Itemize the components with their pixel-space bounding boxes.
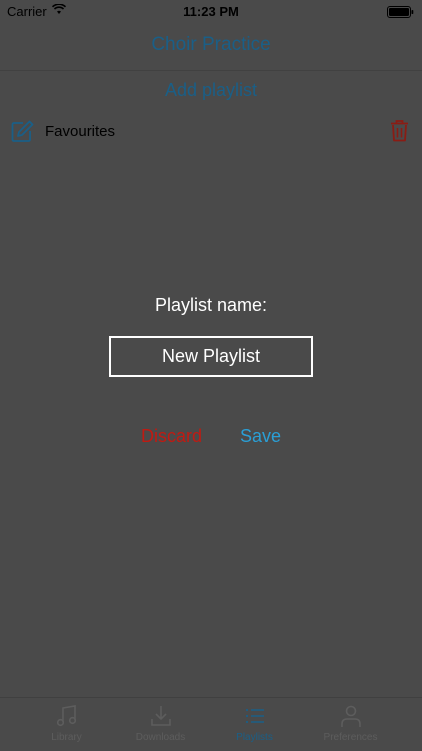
save-button[interactable]: Save bbox=[240, 426, 281, 447]
music-note-icon bbox=[56, 705, 77, 727]
trash-icon[interactable] bbox=[390, 119, 409, 142]
playlist-row[interactable]: Favourites bbox=[0, 117, 422, 147]
tab-library[interactable]: Library bbox=[19, 698, 114, 751]
battery-icon bbox=[387, 6, 414, 18]
tab-bar: Library Downloads Playlists Preferences bbox=[0, 697, 422, 751]
playlist-name-input[interactable] bbox=[109, 336, 313, 377]
download-icon bbox=[151, 706, 171, 726]
tab-downloads[interactable]: Downloads bbox=[113, 698, 208, 751]
tab-label: Playlists bbox=[236, 732, 273, 743]
tab-label: Preferences bbox=[323, 732, 378, 743]
tab-label: Downloads bbox=[135, 732, 186, 743]
nav-divider bbox=[0, 70, 422, 71]
page-title: Choir Practice bbox=[151, 34, 271, 55]
status-time: 11:23 PM bbox=[183, 4, 239, 19]
playlist-name-label: Playlist name: bbox=[154, 295, 268, 315]
tab-preferences[interactable]: Preferences bbox=[303, 698, 398, 751]
person-icon bbox=[341, 705, 361, 727]
edit-icon[interactable] bbox=[11, 120, 34, 142]
playlist-name: Favourites bbox=[45, 123, 116, 140]
tab-playlists[interactable]: Playlists bbox=[207, 698, 302, 751]
tab-label: Library bbox=[51, 732, 82, 743]
status-bar: Carrier 11:23 PM bbox=[0, 0, 422, 22]
add-playlist-button[interactable]: Add playlist bbox=[0, 80, 422, 101]
discard-button[interactable]: Discard bbox=[141, 426, 202, 447]
list-icon bbox=[245, 708, 264, 724]
